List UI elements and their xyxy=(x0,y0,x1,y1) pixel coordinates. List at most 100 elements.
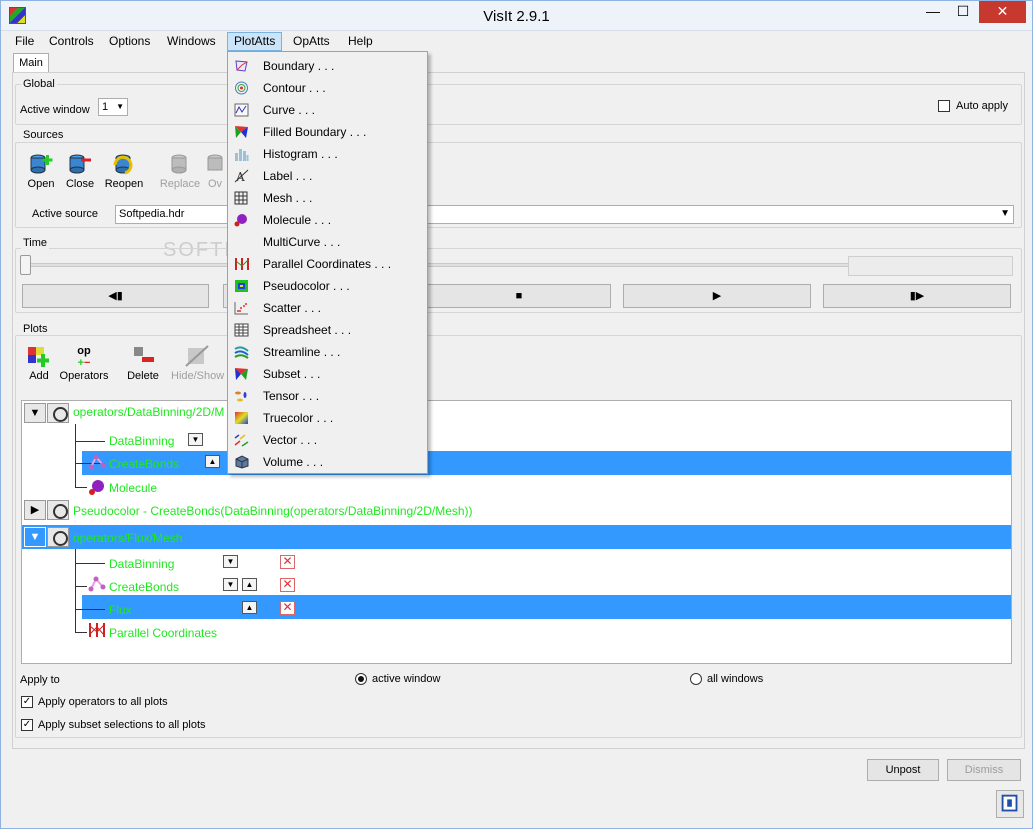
overlay-label: Ov xyxy=(207,178,223,190)
active-window-radio[interactable] xyxy=(355,673,367,685)
menu-item-histogram[interactable]: Histogram . . . xyxy=(230,143,426,165)
move-up-button[interactable]: ▲ xyxy=(205,455,220,468)
menu-plotatts[interactable]: PlotAtts xyxy=(227,32,283,51)
menu-windows[interactable]: Windows xyxy=(161,32,222,51)
apply-subset-checkbox[interactable]: ✓ xyxy=(21,719,33,731)
operator-item[interactable]: CreateBonds xyxy=(109,457,179,471)
close-window-button[interactable]: ✕ xyxy=(979,1,1026,23)
remove-operator-button[interactable]: ✕ xyxy=(280,555,295,569)
delete-plot-button[interactable]: Delete xyxy=(121,345,165,389)
menu-item-vector[interactable]: Vector . . . xyxy=(230,429,426,451)
operator-item[interactable]: DataBinning xyxy=(109,434,174,448)
menu-item-label: Pseudocolor . . . xyxy=(263,279,350,293)
move-down-button[interactable]: ▼ xyxy=(223,578,238,591)
close-source-button[interactable]: Close xyxy=(58,153,102,197)
menu-options[interactable]: Options xyxy=(103,32,156,51)
operators-button[interactable]: op +− Operators xyxy=(59,345,109,389)
move-up-button[interactable]: ▲ xyxy=(242,578,257,591)
menu-file[interactable]: File xyxy=(9,32,40,51)
expand-toggle[interactable]: ▶ xyxy=(24,500,46,520)
active-window-value: 1 xyxy=(102,101,109,113)
menu-item-curve[interactable]: Curve . . . xyxy=(230,99,426,121)
replace-source-button[interactable]: Replace xyxy=(158,153,202,197)
plot-item[interactable]: operators/Flux/Mesh xyxy=(73,531,182,545)
time-slider-track[interactable] xyxy=(22,263,854,267)
menu-item-contour[interactable]: Contour . . . xyxy=(230,77,426,99)
menu-controls[interactable]: Controls xyxy=(43,32,100,51)
time-slider-handle[interactable] xyxy=(20,255,31,275)
remove-operator-button[interactable]: ✕ xyxy=(280,601,295,615)
menu-item-filled-boundary[interactable]: Filled Boundary . . . xyxy=(230,121,426,143)
operator-item[interactable]: DataBinning xyxy=(109,557,174,571)
tree-line xyxy=(75,609,105,610)
menu-item-streamline[interactable]: Streamline . . . xyxy=(230,341,426,363)
open-source-button[interactable]: Open xyxy=(19,153,63,197)
menu-item-label[interactable]: A Label . . . xyxy=(230,165,426,187)
plot-visibility-icon[interactable] xyxy=(47,500,69,520)
menu-item-tensor[interactable]: Tensor . . . xyxy=(230,385,426,407)
operator-item[interactable]: CreateBonds xyxy=(109,580,179,594)
plot-visibility-icon[interactable] xyxy=(47,527,69,547)
menu-item-spreadsheet[interactable]: Spreadsheet . . . xyxy=(230,319,426,341)
reopen-source-button[interactable]: Reopen xyxy=(102,153,146,197)
dismiss-button[interactable]: Dismiss xyxy=(947,759,1021,781)
minimize-button[interactable]: — xyxy=(919,1,947,23)
plot-list[interactable]: ▼ operators/DataBinning/2D/M DataBinning… xyxy=(21,400,1012,664)
unpost-button[interactable]: Unpost xyxy=(867,759,939,781)
add-plot-button[interactable]: Add xyxy=(17,345,61,389)
menu-item-scatter[interactable]: Scatter . . . xyxy=(230,297,426,319)
spreadsheet-icon xyxy=(234,323,249,337)
hide-show-label: Hide/Show xyxy=(171,370,225,382)
menu-help[interactable]: Help xyxy=(342,32,379,51)
plot-visibility-icon[interactable] xyxy=(47,403,69,423)
selected-row-highlight xyxy=(82,595,1011,619)
menu-item-molecule[interactable]: Molecule . . . xyxy=(230,209,426,231)
plot-type-item[interactable]: Molecule xyxy=(109,481,157,495)
operators-label: Operators xyxy=(59,370,109,382)
menu-item-label: Contour . . . xyxy=(263,81,326,95)
menu-item-label: Truecolor . . . xyxy=(263,411,334,425)
menu-opatts[interactable]: OpAtts xyxy=(287,32,336,51)
active-window-select[interactable]: 1 ▼ xyxy=(98,98,128,116)
menu-item-parallel-coordinates[interactable]: Parallel Coordinates . . . xyxy=(230,253,426,275)
menu-item-multicurve[interactable]: MultiCurve . . . xyxy=(230,231,426,253)
collapse-toggle[interactable]: ▼ xyxy=(24,527,46,547)
move-up-button[interactable]: ▲ xyxy=(242,601,257,614)
pseudocolor-icon xyxy=(235,280,248,292)
plot-type-item[interactable]: Parallel Coordinates xyxy=(109,626,217,640)
output-window-icon[interactable] xyxy=(996,790,1024,818)
operator-item[interactable]: Flux xyxy=(109,603,132,617)
forward-step-button[interactable]: ▮▶ xyxy=(823,284,1011,308)
maximize-button[interactable]: ☐ xyxy=(949,1,977,23)
menu-item-pseudocolor[interactable]: Pseudocolor . . . xyxy=(230,275,426,297)
move-down-button[interactable]: ▼ xyxy=(223,555,238,568)
menu-item-label: Subset . . . xyxy=(263,367,321,381)
menu-item-boundary[interactable]: Boundary . . . xyxy=(230,55,426,77)
menu-item-label: Histogram . . . xyxy=(263,147,338,161)
time-state-field[interactable] xyxy=(848,256,1013,276)
tab-main[interactable]: Main xyxy=(13,53,49,73)
remove-operator-button[interactable]: ✕ xyxy=(280,578,295,592)
reverse-step-button[interactable]: ◀▮ xyxy=(22,284,209,308)
menu-item-subset[interactable]: Subset . . . xyxy=(230,363,426,385)
boundary-icon xyxy=(235,60,248,72)
apply-to-label: Apply to xyxy=(20,674,60,686)
plot-item[interactable]: Pseudocolor - CreateBonds(DataBinning(op… xyxy=(73,504,473,518)
move-down-button[interactable]: ▼ xyxy=(188,433,203,446)
apply-operators-checkbox[interactable]: ✓ xyxy=(21,696,33,708)
auto-apply-checkbox[interactable] xyxy=(938,100,950,112)
scatter-icon xyxy=(234,302,248,315)
menu-item-truecolor[interactable]: Truecolor . . . xyxy=(230,407,426,429)
createbonds-icon xyxy=(88,454,106,470)
collapse-toggle[interactable]: ▼ xyxy=(24,403,46,423)
hide-show-button[interactable]: Hide/Show xyxy=(171,345,225,389)
play-button[interactable]: ▶ xyxy=(623,284,811,308)
active-source-label: Active source xyxy=(32,208,99,220)
menu-item-volume[interactable]: Volume . . . xyxy=(230,451,426,473)
plotatts-dropdown-menu: Boundary . . . Contour . . . Curve . . .… xyxy=(227,51,428,474)
overlay-source-button[interactable]: Ov xyxy=(203,153,227,197)
plot-item[interactable]: operators/DataBinning/2D/M xyxy=(73,405,224,419)
stop-button[interactable]: ■ xyxy=(427,284,611,308)
menu-item-mesh[interactable]: Mesh . . . xyxy=(230,187,426,209)
all-windows-radio[interactable] xyxy=(690,673,702,685)
